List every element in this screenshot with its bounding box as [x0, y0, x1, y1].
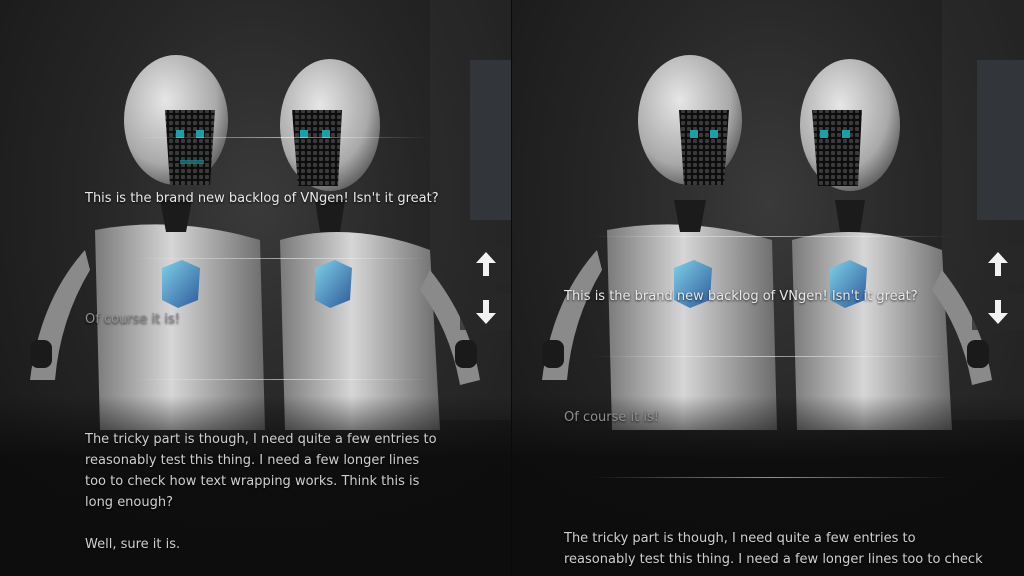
backlog-entry: This is the brand new backlog of VNgen! …	[564, 289, 918, 304]
arrow-up-icon	[988, 252, 1008, 276]
entry-divider	[592, 477, 952, 478]
backlog-panel-left: This is the brand new backlog of VNgen! …	[0, 0, 512, 576]
backlog-entry: This is the brand new backlog of VNgen! …	[85, 191, 439, 206]
backlog-entry: The tricky part is though, I need quite …	[564, 531, 983, 567]
arrow-down-icon	[988, 300, 1008, 324]
entry-divider	[130, 137, 430, 138]
scroll-down-button[interactable]	[972, 294, 1024, 330]
entry-divider	[592, 356, 952, 357]
backlog-entry: Of course it is!	[85, 312, 180, 327]
scroll-down-button[interactable]	[460, 294, 512, 330]
backlog-list[interactable]: This is the brand new backlog of VNgen! …	[0, 0, 512, 576]
entry-divider	[592, 236, 952, 237]
scroll-up-button[interactable]	[460, 246, 512, 282]
arrow-up-icon	[476, 252, 496, 276]
backlog-entry: Of course it is!	[564, 410, 659, 425]
backlog-list[interactable]: This is the brand new backlog of VNgen! …	[512, 0, 1024, 576]
entry-divider	[130, 258, 430, 259]
scroll-up-button[interactable]	[972, 246, 1024, 282]
entry-divider	[130, 379, 430, 380]
arrow-down-icon	[476, 300, 496, 324]
backlog-panel-right: This is the brand new backlog of VNgen! …	[512, 0, 1024, 576]
backlog-entry: The tricky part is though, I need quite …	[85, 432, 437, 552]
